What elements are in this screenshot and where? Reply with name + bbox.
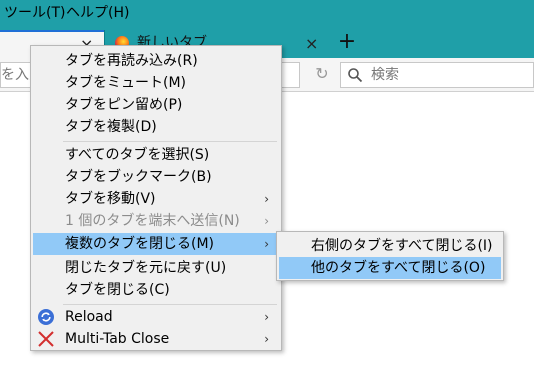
menu-item-label: タブをブックマーク(B) — [65, 169, 212, 185]
submenu-arrow-icon: › — [264, 332, 269, 346]
menu-item-multi-tab-close[interactable]: Multi-Tab Close › — [33, 328, 279, 350]
menu-item-close-tab[interactable]: タブを閉じる(C) — [33, 279, 279, 301]
menubar: ツール(T) ヘルプ(H) — [0, 0, 534, 26]
menu-item-move-tab[interactable]: タブを移動(V) › — [33, 188, 279, 210]
submenu-arrow-icon: › — [264, 214, 269, 228]
menu-item-label: タブを再読み込み(R) — [65, 53, 198, 69]
menu-item-send-tab-to-device[interactable]: 1 個のタブを端末へ送信(N) › — [33, 210, 279, 232]
search-placeholder: 検索 — [371, 67, 399, 83]
menu-item-close-tabs-to-right[interactable]: 右側のタブをすべて閉じる(I) — [279, 235, 501, 257]
menu-item-label: 閉じたタブを元に戻す(U) — [65, 260, 227, 276]
menu-separator — [63, 141, 277, 142]
menu-item-label: 他のタブをすべて閉じる(O) — [311, 260, 486, 276]
menu-item-pin-tab[interactable]: タブをピン留め(P) — [33, 94, 279, 116]
menu-item-label: 右側のタブをすべて閉じる(I) — [311, 238, 493, 254]
menu-item-close-multiple-tabs[interactable]: 複数のタブを閉じる(M) › — [33, 233, 279, 255]
menu-item-reload-extension[interactable]: Reload › — [33, 306, 279, 328]
close-x-icon — [38, 331, 54, 347]
submenu-arrow-icon: › — [264, 192, 269, 206]
menu-item-label: すべてのタブを選択(S) — [65, 147, 210, 163]
tab-close-icon[interactable]: × — [305, 36, 318, 52]
submenu-arrow-icon: › — [264, 310, 269, 324]
menu-item-duplicate-tab[interactable]: タブを複製(D) — [33, 116, 279, 138]
menu-item-label: Multi-Tab Close — [65, 331, 170, 347]
menu-item-label: 複数のタブを閉じる(M) — [65, 236, 215, 252]
menu-help[interactable]: ヘルプ(H) — [66, 3, 129, 23]
menu-item-label: タブをミュート(M) — [65, 75, 187, 91]
reload-icon[interactable]: ↻ — [312, 64, 332, 84]
menu-item-label: 1 個のタブを端末へ送信(N) — [65, 213, 240, 229]
menu-item-select-all-tabs[interactable]: すべてのタブを選択(S) — [33, 144, 279, 166]
search-bar[interactable]: 検索 — [340, 62, 534, 88]
menu-item-mute-tab[interactable]: タブをミュート(M) — [33, 72, 279, 94]
reload-icon — [38, 309, 54, 325]
menu-item-label: タブをピン留め(P) — [65, 97, 183, 113]
menu-item-label: タブを閉じる(C) — [65, 282, 170, 298]
menu-item-label: タブを複製(D) — [65, 119, 157, 135]
menu-item-bookmark-tab[interactable]: タブをブックマーク(B) — [33, 166, 279, 188]
search-icon — [348, 68, 363, 83]
tab-context-menu: タブを再読み込み(R) タブをミュート(M) タブをピン留め(P) タブを複製(… — [30, 45, 282, 351]
new-tab-button[interactable]: + — [335, 30, 359, 56]
menu-separator — [63, 304, 277, 305]
menu-item-undo-close-tab[interactable]: 閉じたタブを元に戻す(U) — [33, 257, 279, 279]
menu-tools[interactable]: ツール(T) — [4, 3, 65, 23]
menu-item-close-other-tabs[interactable]: 他のタブをすべて閉じる(O) — [279, 257, 501, 279]
menu-item-reload-tab[interactable]: タブを再読み込み(R) — [33, 50, 279, 72]
submenu-arrow-icon: › — [264, 237, 269, 251]
menu-item-label: Reload — [65, 309, 113, 325]
close-multiple-tabs-submenu: 右側のタブをすべて閉じる(I) 他のタブをすべて閉じる(O) — [276, 231, 504, 281]
menu-item-label: タブを移動(V) — [65, 191, 156, 207]
